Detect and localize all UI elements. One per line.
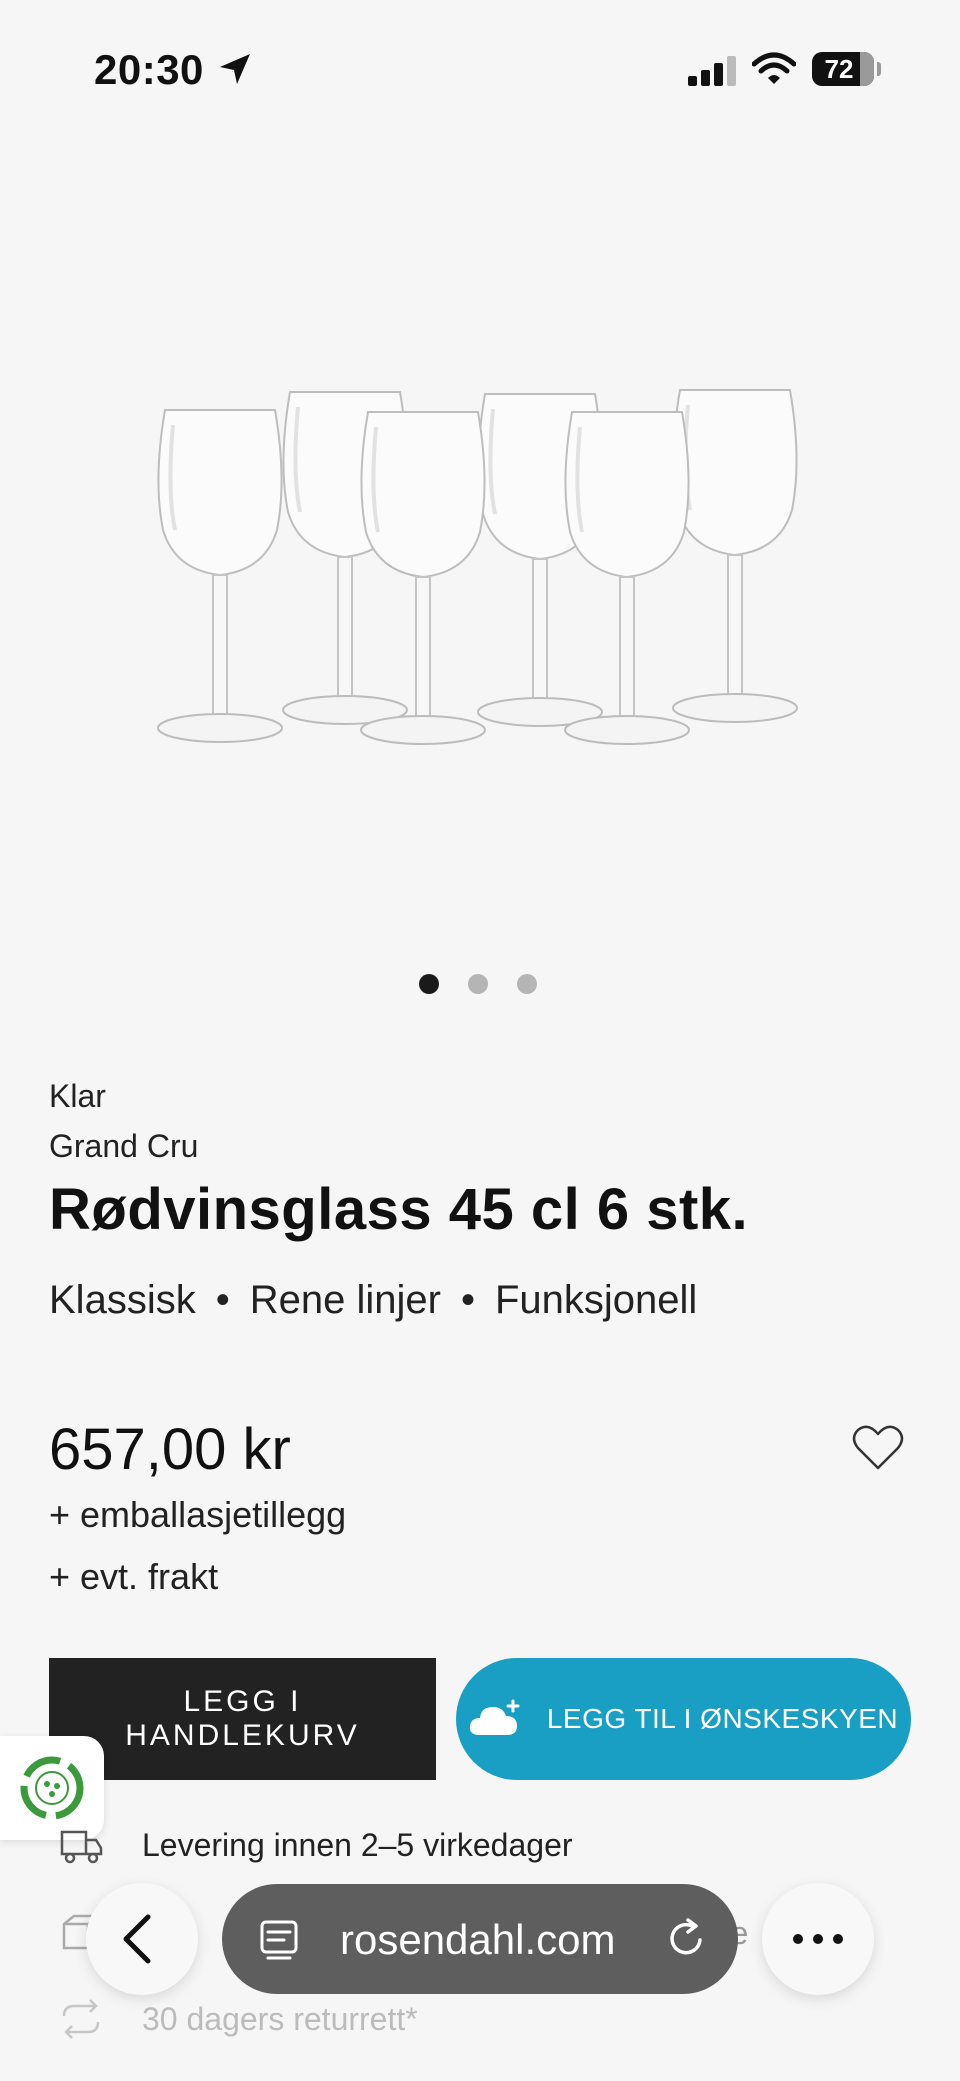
status-time: 20:30: [94, 46, 204, 93]
more-icon: [793, 1934, 843, 1944]
return-info: 30 dagers returrett*: [58, 1996, 418, 2042]
status-bar: 20:30 72: [0, 0, 960, 140]
cloud-plus-icon: [469, 1699, 520, 1735]
heart-icon[interactable]: [852, 1424, 904, 1472]
back-chevron-icon: [123, 1914, 151, 1964]
tag: Rene linjer: [249, 1278, 441, 1322]
signal-icon: [688, 56, 736, 86]
add-to-wishlist-button[interactable]: LEGG TIL I ØNSKESKYEN: [456, 1658, 911, 1780]
address-bar[interactable]: rosendahl.com: [222, 1884, 738, 1994]
browser-back-button[interactable]: [86, 1883, 198, 1995]
more-button[interactable]: [762, 1883, 874, 1995]
gallery-dot[interactable]: [419, 974, 439, 994]
product-color: Klar: [49, 1078, 106, 1114]
battery-level: 72: [824, 54, 854, 84]
reload-icon[interactable]: [664, 1916, 710, 1962]
add-to-wishlist-label: LEGG TIL I ØNSKESKYEN: [546, 1703, 899, 1734]
product-price: 657,00 kr: [49, 1417, 291, 1482]
return-icon: [62, 1999, 100, 2039]
product-title: Rødvinsglass 45 cl 6 stk.: [49, 1177, 749, 1242]
delivery-text: Levering innen 2–5 virkedager: [142, 1826, 573, 1863]
wifi-icon: [752, 52, 796, 84]
add-to-cart-button[interactable]: LEGG I HANDLEKURV: [49, 1658, 436, 1780]
return-text: 30 dagers returrett*: [142, 2000, 418, 2037]
product-tags: Klassisk • Rene linjer • Funksjonell: [49, 1278, 697, 1323]
url-text: rosendahl.com: [340, 1916, 616, 1963]
gallery-dot[interactable]: [517, 974, 537, 994]
tag: Klassisk: [49, 1278, 196, 1322]
gallery-dot[interactable]: [468, 974, 488, 994]
product-image[interactable]: [0, 140, 960, 940]
gallery-pagination[interactable]: [0, 974, 960, 994]
reader-icon[interactable]: [258, 1918, 302, 1962]
product-series: Grand Cru: [49, 1128, 199, 1164]
wine-glasses-image: [156, 388, 799, 746]
packaging-fee-note: + emballasjetillegg: [49, 1494, 347, 1535]
delivery-info: Levering innen 2–5 virkedager: [58, 1822, 573, 1868]
tag-separator: •: [460, 1278, 475, 1322]
truck-icon: [60, 1830, 103, 1864]
shipping-note: + evt. frakt: [49, 1556, 219, 1597]
tag-separator: •: [215, 1278, 230, 1322]
tag: Funksjonell: [494, 1278, 698, 1322]
location-arrow-icon: [220, 54, 250, 84]
battery-icon: 72: [812, 52, 874, 86]
